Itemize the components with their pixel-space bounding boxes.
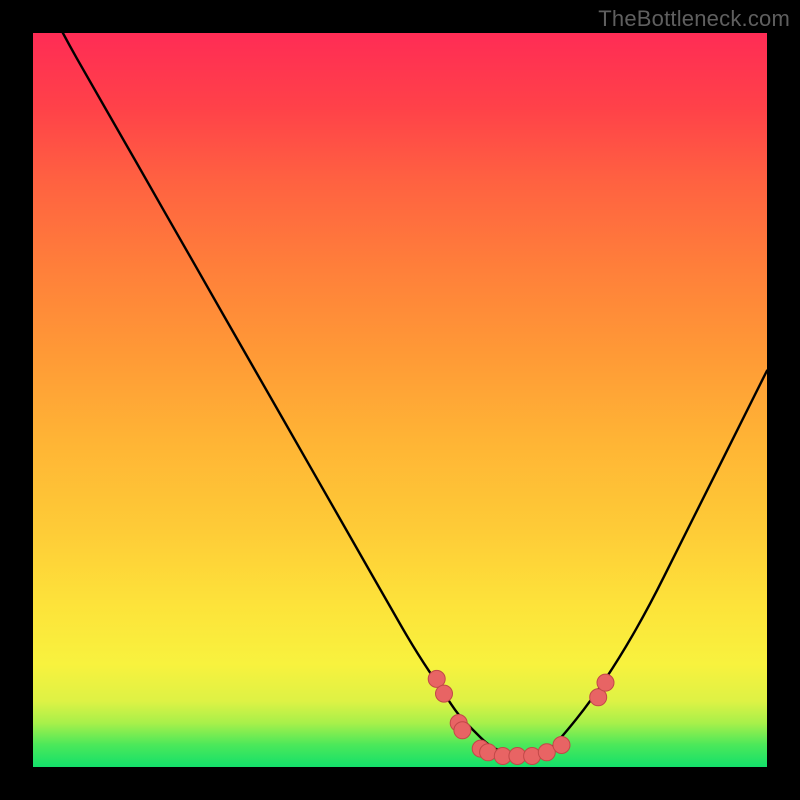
data-marker [524, 748, 541, 765]
chart-stage: TheBottleneck.com [0, 0, 800, 800]
watermark-text: TheBottleneck.com [598, 6, 790, 32]
plot-area [33, 33, 767, 767]
data-markers [428, 670, 614, 764]
bottleneck-curve [33, 0, 767, 756]
data-marker [480, 744, 497, 761]
data-marker [454, 722, 471, 739]
data-marker [436, 685, 453, 702]
chart-svg [33, 33, 767, 767]
data-marker [597, 674, 614, 691]
data-marker [553, 737, 570, 754]
